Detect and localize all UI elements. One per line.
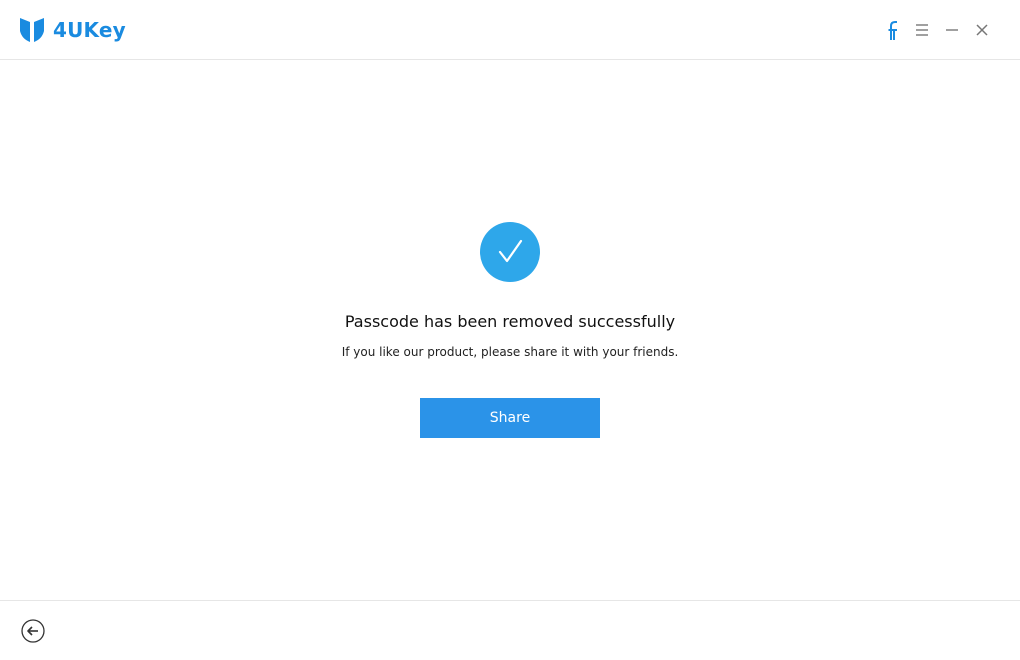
success-check-icon	[480, 222, 540, 282]
app-name: 4UKey	[53, 18, 126, 42]
share-button[interactable]: Share	[420, 398, 600, 438]
menu-button[interactable]	[910, 18, 934, 42]
app-window: 4UKey Passcode has been removed successf…	[0, 0, 1020, 660]
minimize-button[interactable]	[940, 18, 964, 42]
facebook-button[interactable]	[880, 18, 904, 42]
facebook-icon	[888, 21, 897, 40]
success-headline: Passcode has been removed successfully	[344, 312, 676, 331]
footer-bar	[0, 600, 1020, 660]
window-controls	[874, 18, 994, 42]
main-content: Passcode has been removed successfully I…	[0, 60, 1020, 600]
app-logo: 4UKey	[19, 17, 126, 43]
menu-icon	[916, 24, 928, 36]
back-button[interactable]	[21, 619, 45, 643]
close-button[interactable]	[970, 18, 994, 42]
close-icon	[976, 24, 988, 36]
4ukey-logo-icon	[20, 18, 44, 42]
share-prompt-text: If you like our product, please share it…	[341, 345, 679, 359]
checkmark-icon	[498, 239, 523, 263]
minimize-icon	[946, 29, 958, 31]
back-arrow-icon	[21, 619, 45, 643]
title-bar: 4UKey	[0, 0, 1020, 60]
